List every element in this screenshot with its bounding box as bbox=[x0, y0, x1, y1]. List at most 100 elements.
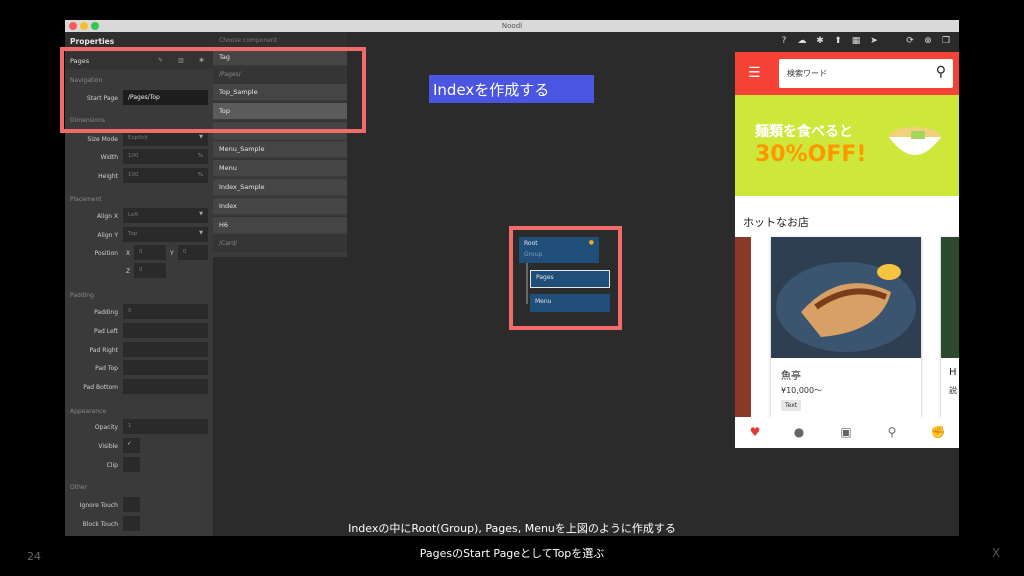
shop-card-2[interactable]: H 説 bbox=[941, 237, 959, 417]
search-icon[interactable]: ⚲ bbox=[883, 425, 901, 439]
position-x-field[interactable]: 0 bbox=[134, 245, 166, 260]
upload-icon[interactable]: ⬆ bbox=[832, 36, 844, 46]
search-bar[interactable]: 検索ワード ⚲ bbox=[779, 59, 953, 88]
pad-bottom-label: Pad Bottom bbox=[83, 384, 118, 391]
position-label: Position bbox=[94, 250, 118, 257]
opacity-value: 1 bbox=[128, 423, 132, 429]
bug-icon[interactable]: ✱ bbox=[814, 36, 826, 46]
shop-card[interactable]: 魚亭 ¥10,000〜 Text bbox=[771, 237, 921, 417]
shop-price: ¥10,000〜 bbox=[781, 386, 823, 395]
pad-right-field[interactable] bbox=[123, 342, 208, 357]
pad-right-label: Pad Right bbox=[89, 347, 118, 354]
section-placement: Placement bbox=[70, 196, 102, 203]
shop-price-2: 説 bbox=[949, 386, 957, 395]
height-field[interactable]: 100% bbox=[123, 168, 208, 183]
visible-checkbox[interactable]: ✓ bbox=[123, 438, 140, 453]
account-icon[interactable]: ● bbox=[790, 425, 808, 439]
section-other: Other bbox=[70, 484, 88, 491]
padding-field[interactable]: 0 bbox=[123, 304, 208, 319]
app-preview: ☰ 検索ワード ⚲ 麺類を食べると 30%OFF! ホットなお店 魚亭 ¥10,… bbox=[735, 52, 959, 448]
size-mode-select[interactable]: Explicit ▼ bbox=[123, 131, 208, 146]
heart-icon[interactable]: ♥ bbox=[746, 425, 764, 439]
prev-card-edge bbox=[735, 237, 751, 417]
align-y-value: Top bbox=[128, 231, 138, 237]
promo-banner[interactable]: 麺類を食べると 30%OFF! bbox=[735, 95, 959, 196]
clip-label: Clip bbox=[106, 462, 118, 469]
caption-line1: Indexの中にRoot(Group), Pages, Menuを上図のように作… bbox=[348, 522, 676, 535]
size-mode-label: Size Mode bbox=[87, 136, 118, 143]
position-y-field[interactable]: 0 bbox=[178, 245, 208, 260]
component-category-card: /Card/ bbox=[213, 235, 347, 252]
pad-top-label: Pad Top bbox=[95, 365, 118, 372]
align-y-select[interactable]: Top ▼ bbox=[123, 227, 208, 242]
chevron-down-icon: ▼ bbox=[199, 230, 203, 236]
component-item-index[interactable]: Index bbox=[213, 197, 347, 214]
position-x-value: 0 bbox=[139, 249, 143, 255]
component-item-index-sample[interactable]: Index_Sample bbox=[213, 178, 347, 195]
pad-bottom-field[interactable] bbox=[123, 379, 208, 394]
position-x-label: X bbox=[126, 250, 131, 257]
height-unit: % bbox=[197, 172, 203, 178]
shop-name: 魚亭 bbox=[781, 371, 801, 382]
hamburger-menu-icon[interactable]: ☰ bbox=[748, 65, 761, 81]
pad-left-field[interactable] bbox=[123, 323, 208, 338]
thumbs-up-icon[interactable]: ✊ bbox=[929, 425, 947, 439]
clip-checkbox[interactable] bbox=[123, 457, 140, 472]
section-appearance: Appearance bbox=[70, 408, 107, 415]
width-value: 100 bbox=[128, 153, 139, 159]
send-icon[interactable]: ➤ bbox=[868, 36, 880, 46]
search-placeholder: 検索ワード bbox=[787, 69, 827, 78]
bottom-nav: ♥ ● ▣ ⚲ ✊ bbox=[735, 417, 959, 448]
shop-tag: Text bbox=[781, 400, 802, 411]
properties-title: Properties bbox=[70, 37, 115, 46]
opacity-field[interactable]: 1 bbox=[123, 419, 208, 434]
app-header: ☰ 検索ワード ⚲ bbox=[735, 52, 959, 95]
height-value: 100 bbox=[128, 172, 139, 178]
component-item-h6[interactable]: H6 bbox=[213, 216, 347, 233]
shop-name-2: H bbox=[949, 367, 957, 378]
help-icon[interactable]: ? bbox=[778, 36, 790, 46]
pad-top-field[interactable] bbox=[123, 360, 208, 375]
noodle-bowl-image bbox=[889, 127, 941, 155]
align-y-label: Align Y bbox=[97, 232, 118, 239]
ignore-touch-label: Ignore Touch bbox=[79, 502, 118, 509]
checkmark-icon: ✓ bbox=[127, 441, 132, 447]
chevron-down-icon: ▼ bbox=[199, 211, 203, 217]
component-item-menu-sample[interactable]: Menu_Sample bbox=[213, 140, 347, 157]
caption-line2: PagesのStart PageとしてTopを選ぶ bbox=[419, 547, 605, 560]
calendar-icon[interactable]: ▣ bbox=[837, 425, 855, 439]
align-x-select[interactable]: Left ▼ bbox=[123, 208, 208, 223]
window-title: Noodl bbox=[501, 22, 523, 30]
annotation-badge: Indexを作成する bbox=[429, 75, 594, 103]
align-x-label: Align X bbox=[96, 213, 118, 220]
window-icon[interactable]: ❐ bbox=[940, 36, 952, 46]
padding-value: 0 bbox=[128, 308, 132, 314]
highlight-node-tree bbox=[509, 226, 622, 330]
banner-line2: 30%OFF! bbox=[755, 142, 867, 167]
close-icon[interactable]: ⊗ bbox=[922, 36, 934, 46]
opacity-label: Opacity bbox=[94, 424, 118, 431]
position-y-label: Y bbox=[170, 250, 174, 257]
search-icon[interactable]: ⚲ bbox=[936, 64, 946, 80]
refresh-icon[interactable]: ⟳ bbox=[904, 36, 916, 46]
width-label: Width bbox=[100, 154, 118, 161]
shop-card-image bbox=[771, 237, 921, 358]
section-title: ホットなお店 bbox=[743, 216, 809, 229]
position-z-value: 0 bbox=[139, 267, 143, 273]
cloud-icon[interactable]: ☁ bbox=[796, 36, 808, 46]
ignore-touch-checkbox[interactable] bbox=[123, 497, 140, 512]
chevron-down-icon: ▼ bbox=[199, 134, 203, 140]
section-padding: Padding bbox=[70, 292, 94, 299]
slide-logo-mark: X bbox=[992, 546, 1001, 560]
position-y-value: 0 bbox=[183, 249, 187, 255]
pad-left-label: Pad Left bbox=[93, 328, 118, 335]
grid-icon[interactable]: ▦ bbox=[850, 36, 862, 46]
visible-label: Visible bbox=[98, 443, 118, 450]
width-field[interactable]: 100% bbox=[123, 149, 208, 164]
fish-dish-image bbox=[771, 237, 921, 358]
title-bar: Noodl bbox=[65, 20, 959, 32]
width-unit: % bbox=[197, 153, 203, 159]
component-item-menu[interactable]: Menu bbox=[213, 159, 347, 176]
position-z-field[interactable]: 0 bbox=[134, 263, 166, 278]
component-picker-header: Choose component bbox=[213, 32, 347, 48]
